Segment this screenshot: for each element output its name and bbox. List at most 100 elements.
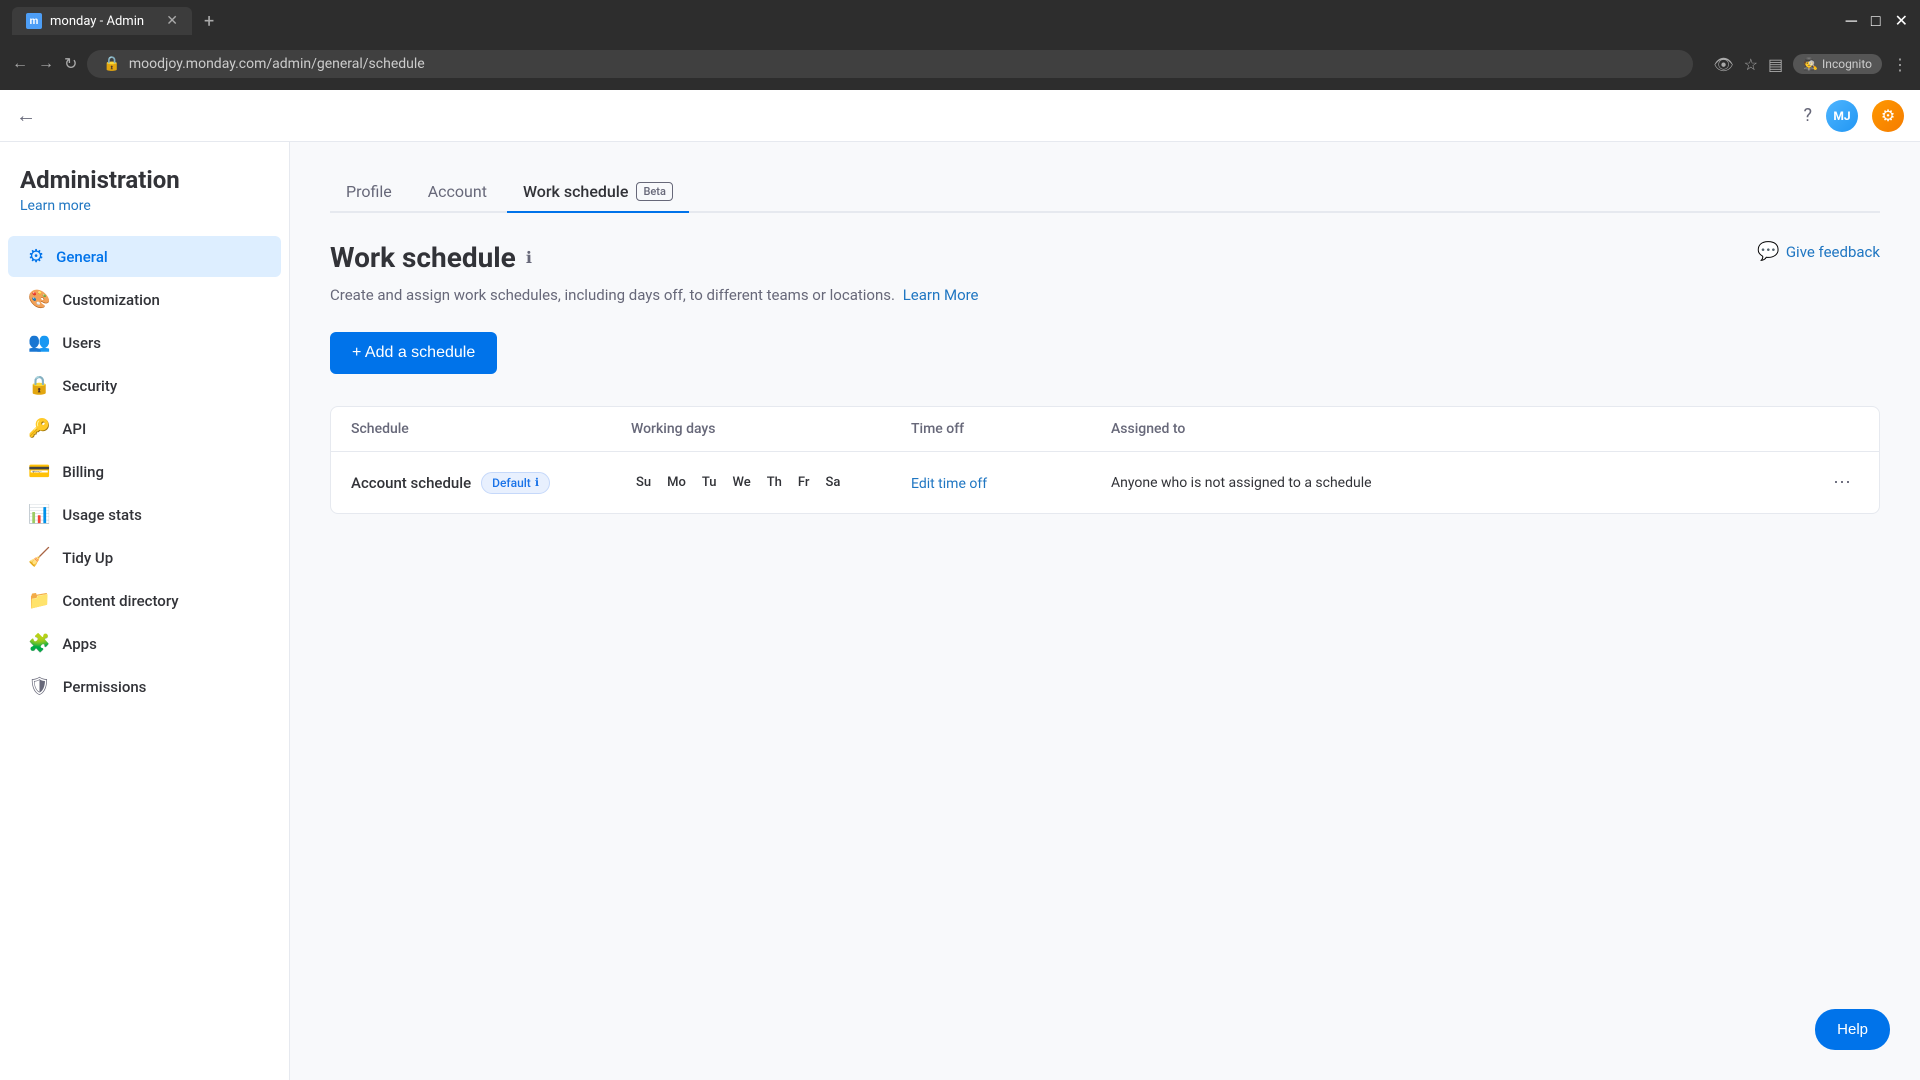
topbar-icons: ? MJ ⚙ <box>1803 100 1904 132</box>
minimize-button[interactable]: ─ <box>1846 11 1857 31</box>
sidebar-item-tidy-up[interactable]: 🧹 Tidy Up <box>8 537 281 578</box>
sidebar-item-label-tidy-up: Tidy Up <box>62 549 113 567</box>
sidebar-item-billing[interactable]: 💳 Billing <box>8 451 281 492</box>
page-subtitle: Create and assign work schedules, includ… <box>330 286 1880 304</box>
browser-icons: 👁 ☆ ▤ <box>1713 55 1783 74</box>
sidebar-learn-more-link[interactable]: Learn more <box>20 198 269 214</box>
sidebar-item-usage-stats[interactable]: 📊 Usage stats <box>8 494 281 535</box>
sidebar-item-api[interactable]: 🔑 API <box>8 408 281 449</box>
users-icon: 👥 <box>28 332 50 353</box>
security-icon: 🔒 <box>28 375 50 396</box>
sidebar-title: Administration <box>20 166 269 194</box>
time-off-cell: Edit time off <box>911 473 1111 492</box>
profile-icon[interactable]: ⋮ <box>1892 55 1908 74</box>
api-icon: 🔑 <box>28 418 50 439</box>
learn-more-link[interactable]: Learn More <box>903 286 979 304</box>
reload-button[interactable]: ↻ <box>64 54 77 74</box>
default-badge: Default ℹ <box>481 472 550 494</box>
edit-time-off-link[interactable]: Edit time off <box>911 476 987 492</box>
page-header: Work schedule ℹ 💬 Give feedback <box>330 241 1880 274</box>
sidebar-item-permissions[interactable]: 🛡 Permissions <box>8 666 281 707</box>
row-more-button[interactable]: ⋯ <box>1825 468 1859 497</box>
permissions-icon: 🛡 <box>28 676 51 697</box>
give-feedback-label: Give feedback <box>1786 243 1880 261</box>
eye-slash-icon: 👁 <box>1713 55 1733 74</box>
working-days-cell: Su Mo Tu We Th Fr Sa <box>631 472 911 493</box>
day-sa: Sa <box>820 472 845 493</box>
day-mo: Mo <box>662 472 691 493</box>
tab-account[interactable]: Account <box>412 172 503 213</box>
title-info-icon[interactable]: ℹ <box>526 248 532 267</box>
sidebar-item-label-security: Security <box>62 377 117 395</box>
page-title: Work schedule <box>330 241 516 274</box>
assigned-to-text: Anyone who is not assigned to a schedule <box>1111 475 1372 491</box>
new-tab-button[interactable]: + <box>204 11 214 32</box>
sidebar-item-label-billing: Billing <box>62 463 104 481</box>
main-content: Profile Account Work schedule Beta Work … <box>290 142 1920 1080</box>
general-icon: ⚙ <box>28 246 44 267</box>
sidebar-item-content-directory[interactable]: 📁 Content directory <box>8 580 281 621</box>
billing-icon: 💳 <box>28 461 50 482</box>
settings-icon[interactable]: ⚙ <box>1872 100 1904 132</box>
back-button[interactable]: ← <box>16 103 36 128</box>
sidebar-item-label-customization: Customization <box>62 291 159 309</box>
tab-favicon: m <box>26 13 42 29</box>
day-tu: Tu <box>697 472 722 493</box>
incognito-badge: 🕵 Incognito <box>1793 54 1882 74</box>
day-th: Th <box>762 472 787 493</box>
sidebar-item-label-usage-stats: Usage stats <box>62 506 141 524</box>
add-schedule-button[interactable]: + Add a schedule <box>330 332 497 374</box>
close-button[interactable]: ✕ <box>1895 11 1908 31</box>
sidebar-item-label-general: General <box>56 248 108 266</box>
tidy-up-icon: 🧹 <box>28 547 50 568</box>
window-controls: ─ □ ✕ <box>1846 11 1908 31</box>
url-text: moodjoy.monday.com/admin/general/schedul… <box>129 56 425 72</box>
browser-tab[interactable]: m monday - Admin ✕ <box>12 7 192 35</box>
back-nav-button[interactable]: ← <box>12 55 28 73</box>
star-icon[interactable]: ☆ <box>1744 55 1758 74</box>
header-time-off: Time off <box>911 421 1111 437</box>
tab-close-button[interactable]: ✕ <box>166 13 178 29</box>
tab-work-schedule-label: Work schedule <box>523 182 629 201</box>
tab-profile[interactable]: Profile <box>330 172 408 213</box>
forward-nav-button[interactable]: → <box>38 55 54 73</box>
page-title-row: Work schedule ℹ <box>330 241 532 274</box>
maximize-button[interactable]: □ <box>1871 11 1881 31</box>
sidebar-item-customization[interactable]: 🎨 Customization <box>8 279 281 320</box>
day-fr: Fr <box>793 472 815 493</box>
sidebar-item-users[interactable]: 👥 Users <box>8 322 281 363</box>
give-feedback-button[interactable]: 💬 Give feedback <box>1757 241 1880 262</box>
apps-icon: 🧩 <box>28 633 50 654</box>
help-icon[interactable]: ? <box>1803 105 1812 126</box>
content-directory-icon: 📁 <box>28 590 50 611</box>
sidebar-item-general[interactable]: ⚙ General <box>8 236 281 277</box>
tab-account-label: Account <box>428 182 487 201</box>
customization-icon: 🎨 <box>28 289 50 310</box>
day-su: Su <box>631 472 656 493</box>
tab-profile-label: Profile <box>346 182 392 201</box>
app-topbar: ← ? MJ ⚙ <box>0 90 1920 142</box>
table-row: Account schedule Default ℹ Su Mo Tu We T… <box>331 452 1879 513</box>
sidebar-nav: ⚙ General 🎨 Customization 👥 Users 🔒 Secu… <box>0 226 289 717</box>
schedule-name-cell: Account schedule Default ℹ <box>351 472 631 494</box>
row-actions: ⋯ <box>1825 468 1859 497</box>
app-container: Administration Learn more ⚙ General 🎨 Cu… <box>0 90 1920 1080</box>
sidebar: Administration Learn more ⚙ General 🎨 Cu… <box>0 142 290 1080</box>
header-assigned-to: Assigned to <box>1111 421 1859 437</box>
schedule-name-text: Account schedule <box>351 474 471 492</box>
tab-work-schedule[interactable]: Work schedule Beta <box>507 172 689 213</box>
help-button[interactable]: Help <box>1815 1009 1890 1050</box>
sidebar-item-apps[interactable]: 🧩 Apps <box>8 623 281 664</box>
schedule-table: Schedule Working days Time off Assigned … <box>330 406 1880 514</box>
feedback-icon: 💬 <box>1757 241 1779 262</box>
sidebar-item-security[interactable]: 🔒 Security <box>8 365 281 406</box>
table-header: Schedule Working days Time off Assigned … <box>331 407 1879 452</box>
address-bar[interactable]: 🔒 moodjoy.monday.com/admin/general/sched… <box>87 50 1693 78</box>
lock-icon: 🔒 <box>103 56 120 72</box>
usage-stats-icon: 📊 <box>28 504 50 525</box>
sidebar-icon[interactable]: ▤ <box>1768 55 1783 74</box>
default-badge-label: Default <box>492 476 531 490</box>
user-avatar[interactable]: MJ <box>1826 100 1858 132</box>
header-schedule: Schedule <box>351 421 631 437</box>
default-badge-icon: ℹ <box>535 476 539 489</box>
